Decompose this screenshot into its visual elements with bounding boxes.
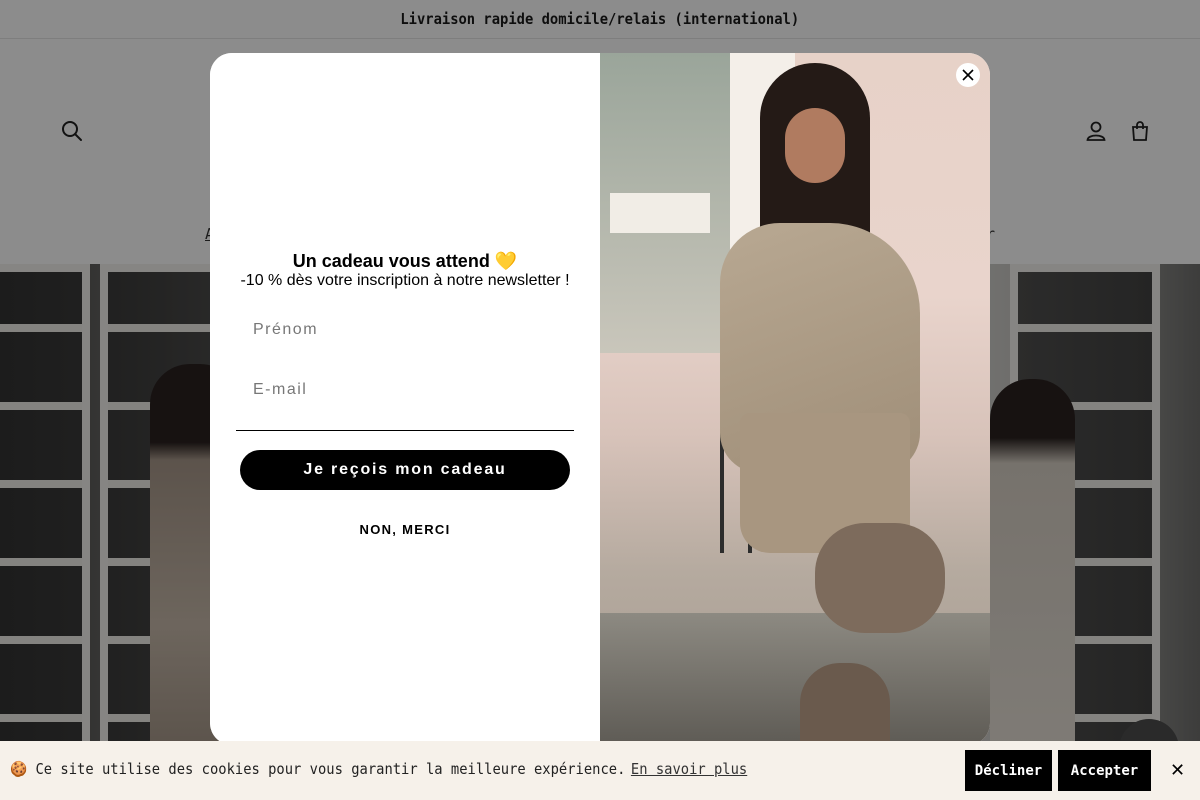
email-field[interactable] [236,369,574,411]
close-icon [962,69,974,81]
popup-photo [600,53,990,745]
cookie-learn-more-link[interactable]: En savoir plus [631,760,747,778]
popup-subtitle: -10 % dès votre inscription à notre news… [240,272,570,289]
decline-popup-button[interactable]: NON, MERCI [210,522,600,537]
popup-form-panel: Un cadeau vous attend 💛 -10 % dès votre … [210,53,600,745]
photo-balustrade [610,193,710,233]
photo-fur-boot-2 [800,663,890,745]
cookie-banner: 🍪 Ce site utilise des cookies pour vous … [0,741,1200,800]
cookie-accept-button[interactable]: Accepter [1058,750,1151,791]
photo-ground [600,613,990,745]
subscribe-button[interactable]: Je reçois mon cadeau [240,450,570,490]
popup-title: Un cadeau vous attend 💛 [292,251,518,271]
first-name-field[interactable] [236,309,574,351]
photo-fur-boot [815,523,945,633]
close-popup-button[interactable] [956,63,980,87]
email-underline [236,430,574,431]
cookie-text: 🍪 Ce site utilise des cookies pour vous … [10,760,626,778]
cookie-message: 🍪 Ce site utilise des cookies pour vous … [10,760,747,778]
cookie-close-icon[interactable]: ✕ [1170,760,1188,780]
photo-face [785,108,845,183]
cookie-decline-button[interactable]: Décliner [965,750,1052,791]
newsletter-popup: Un cadeau vous attend 💛 -10 % dès votre … [210,53,990,745]
